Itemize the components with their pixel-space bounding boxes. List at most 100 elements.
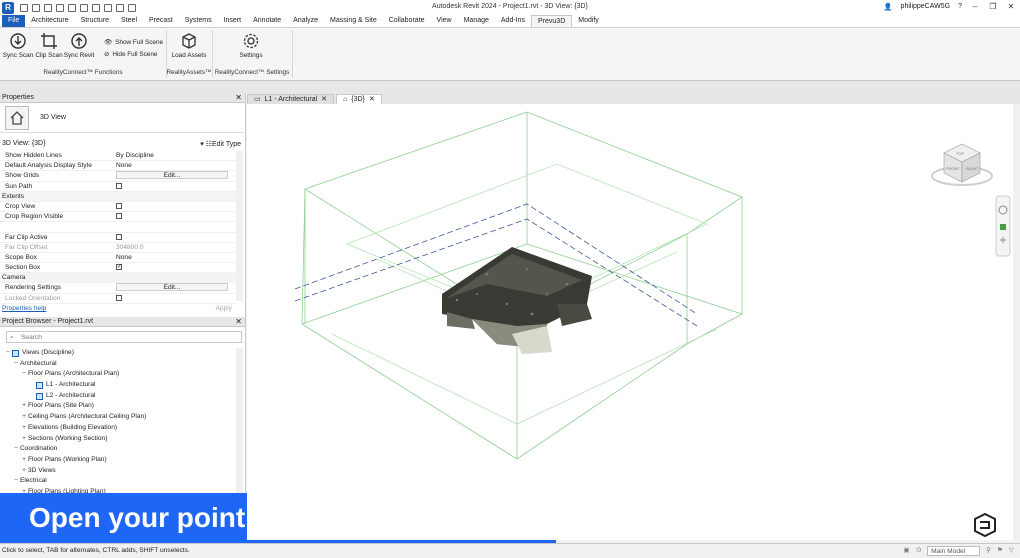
view-tab-3d[interactable]: ⌂ {3D} ✕ [336, 94, 382, 104]
collapse-icon[interactable]: − [12, 476, 20, 487]
close-icon[interactable]: ✕ [1006, 2, 1016, 11]
user-name[interactable]: philippeCAW5G [901, 3, 951, 10]
undo-icon[interactable] [44, 3, 52, 12]
tree-node[interactable]: + Elevations (Building Elevation) [0, 423, 236, 434]
checkbox[interactable] [116, 233, 122, 240]
checkbox[interactable] [116, 213, 122, 220]
property-checkbox[interactable] [114, 212, 236, 221]
tree-node[interactable]: + Ceiling Plans (Architectural Ceiling Pl… [0, 412, 236, 423]
expand-icon[interactable]: + [20, 466, 28, 477]
tab-insert[interactable]: Insert [218, 15, 248, 27]
navigation-bar[interactable] [995, 195, 1011, 257]
collapse-icon[interactable]: − [20, 369, 28, 380]
property-checkbox[interactable] [114, 182, 236, 191]
property-edit[interactable]: Edit... [114, 283, 236, 292]
properties-help-link[interactable]: Properties help [2, 305, 46, 312]
collapse-icon[interactable]: − [4, 348, 12, 359]
redo-icon[interactable] [56, 3, 64, 12]
properties-scrollbar[interactable] [236, 151, 243, 301]
tree-node[interactable]: − Coordination [0, 444, 236, 455]
section-icon[interactable] [116, 3, 124, 12]
browser-scrollbar[interactable] [236, 348, 243, 493]
tab-view[interactable]: View [431, 15, 458, 27]
property-row[interactable]: Default Analysis Display Style None [0, 161, 236, 172]
tab-collaborate[interactable]: Collaborate [383, 15, 431, 27]
checkbox[interactable] [116, 294, 122, 301]
close-icon[interactable]: ✕ [235, 93, 242, 103]
tab-analyze[interactable]: Analyze [287, 15, 324, 27]
help-icon[interactable]: ? [958, 3, 962, 10]
property-row[interactable]: Sun Path [0, 182, 236, 192]
tab-manage[interactable]: Manage [458, 15, 495, 27]
collapse-icon[interactable]: − [12, 359, 20, 370]
property-value[interactable]: 304800.0 [114, 243, 236, 252]
text-icon[interactable] [92, 3, 100, 12]
tab-modify[interactable]: Modify [572, 15, 605, 27]
close-icon[interactable]: ✕ [369, 95, 375, 105]
property-row[interactable]: Crop View [0, 202, 236, 213]
tree-node[interactable]: L2 - Architectural [0, 391, 236, 402]
select-links-icon[interactable]: ⚲ [986, 544, 991, 558]
tree-node[interactable]: − Floor Plans (Architectural Plan) [0, 369, 236, 380]
tab-systems[interactable]: Systems [179, 15, 218, 27]
property-row[interactable]: Rendering Settings Edit... [0, 283, 236, 294]
property-row[interactable]: Locked Orientation [0, 294, 236, 304]
tree-node[interactable]: + Sections (Working Section) [0, 434, 236, 445]
revit-logo-icon[interactable]: R [2, 1, 14, 14]
measure-icon[interactable] [80, 3, 88, 12]
checkbox[interactable] [116, 264, 122, 271]
tab-steel[interactable]: Steel [115, 15, 143, 27]
restore-icon[interactable]: ❐ [988, 2, 998, 11]
point-cloud[interactable] [442, 247, 592, 354]
checkbox[interactable] [116, 203, 122, 210]
viewport-scrollbar[interactable] [1013, 104, 1020, 540]
tree-node[interactable]: L1 - Architectural [0, 380, 236, 391]
print-icon[interactable] [68, 3, 76, 12]
filter-icon[interactable]: ▽ [1009, 544, 1014, 558]
expand-icon[interactable]: + [20, 434, 28, 445]
tab-structure[interactable]: Structure [75, 15, 115, 27]
worksets-icon[interactable]: ▣ [903, 544, 909, 558]
property-row[interactable]: Extents [0, 191, 236, 202]
sync-scan-button[interactable]: Sync Scan [1, 30, 35, 59]
tree-node[interactable]: +3D Views [0, 466, 236, 477]
expand-icon[interactable]: + [20, 455, 28, 466]
hide-full-scene-button[interactable]: ⊘ Hide Full Scene [104, 50, 157, 59]
tab-annotate[interactable]: Annotate [247, 15, 287, 27]
property-value[interactable]: None [114, 161, 236, 170]
tab-file[interactable]: File [2, 15, 26, 27]
tab-architecture[interactable]: Architecture [25, 15, 74, 27]
property-row[interactable]: Far Clip Offset 304800.0 [0, 243, 236, 253]
property-row[interactable] [0, 222, 236, 233]
type-selector[interactable]: 3D View [0, 103, 244, 133]
collapse-icon[interactable]: − [12, 444, 20, 455]
edit-button[interactable]: Edit... [116, 283, 228, 292]
tree-node[interactable]: − Electrical [0, 476, 236, 487]
property-row[interactable]: Crop Region Visible [0, 212, 236, 223]
show-full-scene-button[interactable]: 👁 Show Full Scene [104, 38, 163, 47]
property-value[interactable]: By Discipline [114, 151, 236, 160]
settings-button[interactable]: Settings [234, 30, 268, 59]
close-icon[interactable]: ✕ [235, 317, 242, 327]
tree-node[interactable]: − Architectural [0, 359, 236, 370]
property-row[interactable]: Camera [0, 273, 236, 284]
tab-prevu3d[interactable]: Prevu3D [531, 15, 573, 27]
property-checkbox[interactable] [114, 233, 236, 242]
save-icon[interactable] [32, 3, 40, 12]
model-selector[interactable]: Main Model [927, 546, 981, 556]
tab-massing-site[interactable]: Massing & Site [324, 15, 383, 27]
property-row[interactable]: Show Hidden Lines By Discipline [0, 151, 236, 162]
edit-button[interactable]: Edit... [116, 171, 228, 180]
sync-revit-button[interactable]: Sync Revit [62, 30, 96, 59]
property-checkbox[interactable] [114, 263, 236, 272]
3d-viewport[interactable]: TOP FRONT RIGHT [247, 104, 1020, 540]
property-row[interactable]: Scope Box None [0, 253, 236, 264]
expand-icon[interactable]: + [20, 423, 28, 434]
property-value[interactable]: None [114, 253, 236, 262]
tree-node[interactable]: + Floor Plans (Site Plan) [0, 401, 236, 412]
property-checkbox[interactable] [114, 202, 236, 211]
instance-selector[interactable]: 3D View: {3D} ▾ ☷Edit Type [0, 140, 244, 150]
property-value[interactable] [114, 222, 236, 231]
default-3d-icon[interactable] [104, 3, 112, 12]
property-edit[interactable]: Edit... [114, 171, 236, 180]
